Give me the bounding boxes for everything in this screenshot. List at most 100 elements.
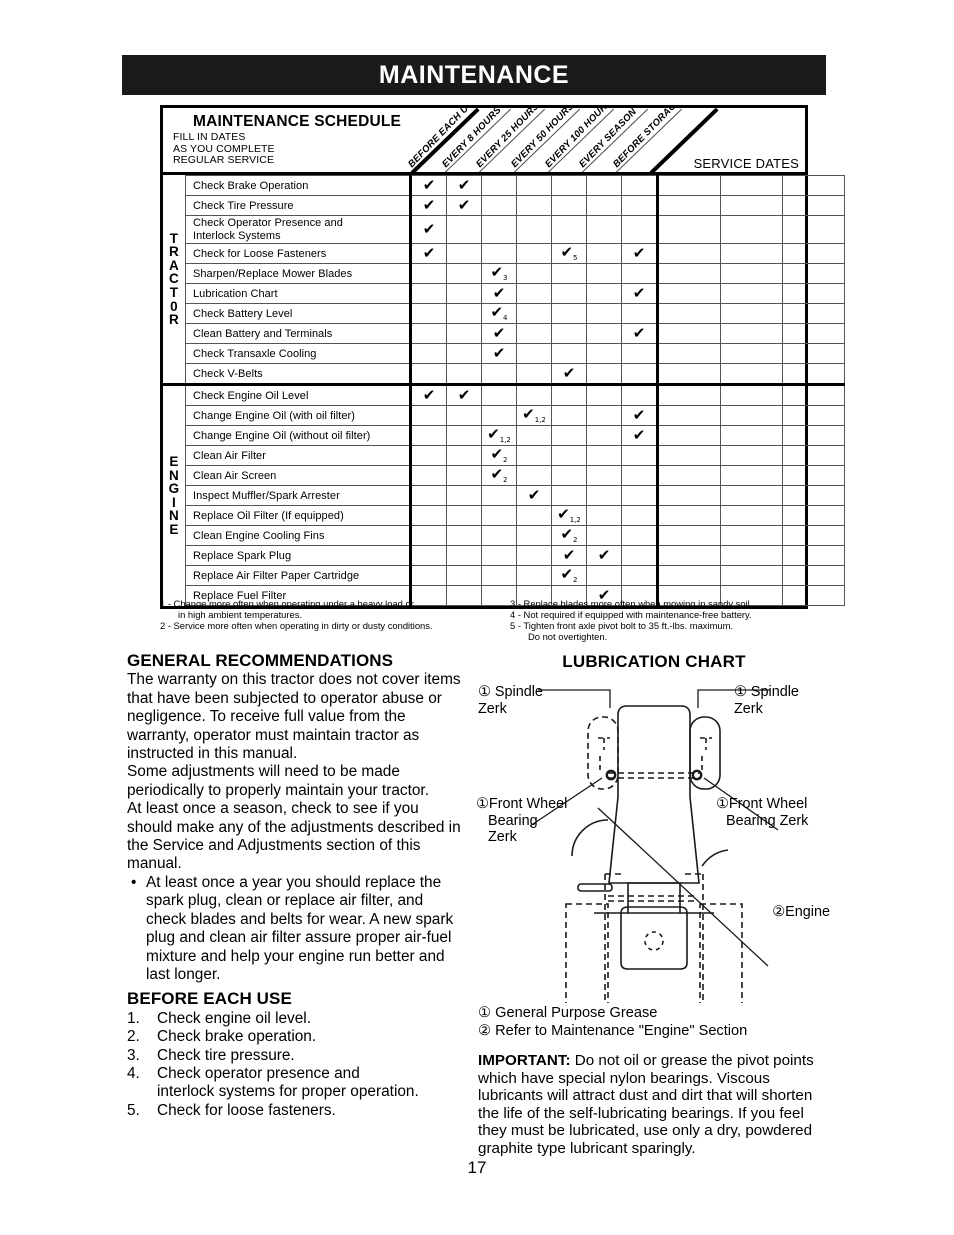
group-label-tractor: TRACT0R (163, 175, 186, 385)
service-date-cell[interactable] (782, 425, 845, 446)
task-label: Check Battery Level (185, 303, 411, 324)
checkmark-cell (446, 445, 482, 466)
service-date-cell[interactable] (720, 243, 783, 264)
service-date-cell[interactable] (720, 565, 783, 586)
service-date-cell[interactable] (720, 525, 783, 546)
table-row: Clean Air Filter ✔2 (163, 444, 845, 466)
service-date-cell[interactable] (720, 425, 783, 446)
service-date-cell[interactable] (782, 175, 845, 196)
service-date-cell[interactable] (782, 323, 845, 344)
checkmark-icon: ✔ (632, 244, 646, 262)
service-date-cell[interactable] (782, 263, 845, 284)
service-date-cell[interactable] (782, 465, 845, 486)
service-date-cell[interactable] (656, 525, 721, 546)
checkmark-cell (586, 195, 622, 216)
service-date-cell[interactable] (720, 465, 783, 486)
service-date-cell[interactable] (720, 343, 783, 364)
service-date-cell[interactable] (782, 505, 845, 526)
service-date-cell[interactable] (782, 545, 845, 566)
service-date-cell[interactable] (782, 565, 845, 586)
checkmark-icon: ✔1,2 (557, 504, 581, 524)
service-date-cell[interactable] (782, 303, 845, 324)
service-date-cell[interactable] (656, 195, 721, 216)
checkmark-icon: ✔ (457, 196, 471, 214)
checkmark-cell: ✔ (621, 283, 658, 304)
checkmark-cell (516, 505, 552, 526)
label-spindle-zerk-left-line1: ① Spindle (478, 684, 543, 700)
important-notice: IMPORTANT: Do not oil or grease the pivo… (478, 1052, 830, 1158)
checkmark-icon: ✔2 (560, 564, 578, 584)
service-date-cell[interactable] (656, 363, 721, 385)
checkmark-cell (516, 363, 552, 385)
task-label: Clean Air Screen (185, 465, 411, 486)
service-date-cell[interactable] (782, 343, 845, 364)
service-date-cell[interactable] (656, 263, 721, 284)
service-date-cell[interactable] (656, 485, 721, 506)
service-date-cell[interactable] (720, 545, 783, 566)
service-date-cell[interactable] (720, 303, 783, 324)
service-date-cell[interactable] (782, 383, 845, 406)
service-date-cell[interactable] (720, 263, 783, 284)
checkmark-cell (409, 545, 447, 566)
checkmark-icon: ✔ (492, 284, 506, 302)
service-date-cell[interactable] (656, 303, 721, 324)
service-date-cell[interactable] (656, 215, 721, 244)
service-date-cell[interactable] (782, 283, 845, 304)
service-date-cell[interactable] (720, 195, 783, 216)
service-date-cell[interactable] (656, 175, 721, 196)
checkmark-cell (586, 363, 622, 385)
service-date-cell[interactable] (656, 465, 721, 486)
checkmark-cell (409, 405, 447, 426)
checkmark-cell (446, 465, 482, 486)
checkmark-cell: ✔2 (551, 564, 587, 586)
service-date-cell[interactable] (720, 283, 783, 304)
service-date-cell[interactable] (720, 215, 783, 244)
service-date-cell[interactable] (656, 383, 721, 406)
service-date-cell[interactable] (656, 323, 721, 344)
left-text-column: GENERAL RECOMMENDATIONS The warranty on … (127, 651, 467, 1120)
service-date-cell[interactable] (782, 215, 845, 244)
service-date-cell[interactable] (656, 425, 721, 446)
checkmark-cell (409, 343, 447, 364)
service-date-cell[interactable] (782, 445, 845, 466)
table-row: Check for Loose Fasteners ✔ ✔5 ✔ (163, 243, 845, 264)
important-label: IMPORTANT: (478, 1052, 571, 1069)
task-label: Change Engine Oil (without oil filter) (185, 425, 411, 446)
service-date-cell[interactable] (720, 363, 783, 385)
list-number: 4. (127, 1064, 140, 1082)
checkmark-icon: ✔ (562, 364, 576, 382)
service-date-cell[interactable] (782, 195, 845, 216)
checkmark-cell (621, 363, 658, 385)
service-date-cell[interactable] (720, 405, 783, 426)
label-engine: ②Engine (772, 904, 830, 920)
service-date-cell[interactable] (656, 505, 721, 526)
service-date-cell[interactable] (720, 485, 783, 506)
checkmark-icon: ✔ (492, 344, 506, 362)
service-date-cell[interactable] (782, 525, 845, 546)
service-date-cell[interactable] (720, 323, 783, 344)
list-text: Check brake operation. (157, 1028, 317, 1046)
service-date-cell[interactable] (656, 445, 721, 466)
service-date-cell[interactable] (720, 175, 783, 196)
checkmark-icon: ✔2 (490, 464, 508, 484)
service-date-cell[interactable] (782, 243, 845, 264)
service-date-cell[interactable] (656, 565, 721, 586)
service-date-cell[interactable] (782, 405, 845, 426)
service-date-cell[interactable] (656, 283, 721, 304)
service-date-cell[interactable] (656, 545, 721, 566)
list-number: 1. (127, 1009, 140, 1027)
service-date-cell[interactable] (656, 405, 721, 426)
service-date-cell[interactable] (782, 485, 845, 506)
service-date-cell[interactable] (656, 243, 721, 264)
service-date-cell[interactable] (720, 505, 783, 526)
checkmark-icon: ✔3 (490, 262, 508, 282)
group-letters: ENGINE (168, 453, 180, 537)
service-date-cell[interactable] (720, 445, 783, 466)
table-row: Check Tire Pressure ✔ ✔ (163, 195, 845, 216)
service-date-cell[interactable] (782, 363, 845, 385)
service-date-cell[interactable] (656, 343, 721, 364)
task-label: Replace Spark Plug (185, 545, 411, 566)
service-date-cell[interactable] (720, 383, 783, 406)
subtitle-line-1: FILL IN DATES (173, 131, 246, 143)
checkmark-icon: ✔2 (490, 444, 508, 464)
